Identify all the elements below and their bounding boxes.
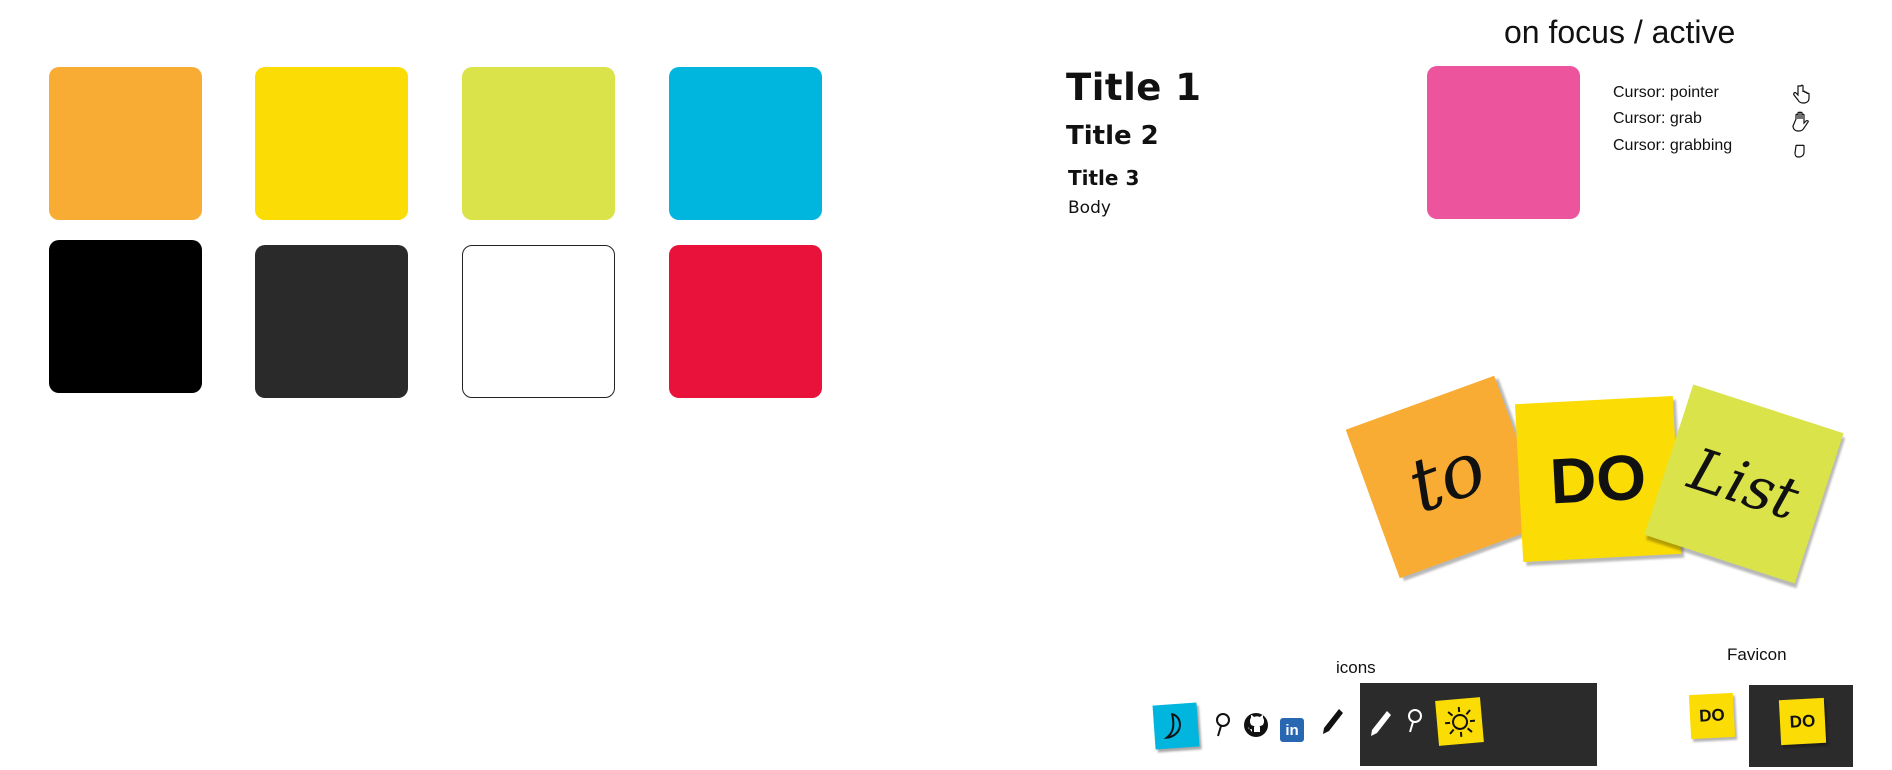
moon-icon[interactable]: [1152, 702, 1200, 750]
linkedin-icon[interactable]: in: [1280, 718, 1304, 742]
swatch-yellow: [255, 67, 408, 220]
logo-word-to: to: [1397, 423, 1497, 531]
pencil-icon[interactable]: [1366, 708, 1396, 740]
cursor-pointer-label: Cursor: pointer: [1613, 84, 1719, 101]
cursor-grabbing-label: Cursor: grabbing: [1613, 137, 1733, 154]
title-1-sample: Title 1: [1066, 66, 1202, 109]
sun-icon[interactable]: [1435, 697, 1484, 746]
swatch-lime: [462, 67, 615, 220]
swatch-white: [462, 245, 615, 398]
github-icon[interactable]: [1242, 711, 1270, 739]
swatch-orange: [49, 67, 202, 220]
search-icon[interactable]: [1404, 708, 1426, 734]
swatch-pink-focus: [1427, 66, 1580, 219]
closed-hand-icon: [1791, 138, 1811, 158]
pointer-hand-icon: [1791, 84, 1811, 104]
icons-label: icons: [1336, 658, 1376, 677]
title-3-sample: Title 3: [1068, 166, 1140, 190]
swatch-charcoal: [255, 245, 408, 398]
body-sample: Body: [1068, 198, 1111, 218]
open-hand-icon: [1791, 110, 1813, 132]
pencil-icon[interactable]: [1318, 706, 1348, 738]
cursor-grab-label: Cursor: grab: [1613, 110, 1702, 127]
logo-word-do: DO: [1548, 440, 1648, 518]
swatch-red: [669, 245, 822, 398]
title-2-sample: Title 2: [1066, 121, 1159, 151]
favicon-light-text: DO: [1698, 705, 1726, 726]
swatch-cyan: [669, 67, 822, 220]
favicon-label: Favicon: [1727, 645, 1787, 664]
favicon-dark: DO: [1778, 697, 1827, 746]
logo-word-list: List: [1681, 434, 1807, 534]
focus-heading: on focus / active: [1504, 14, 1736, 50]
favicon-light: DO: [1688, 692, 1736, 740]
search-icon[interactable]: [1212, 712, 1234, 738]
favicon-dark-text: DO: [1789, 710, 1816, 732]
swatch-black: [49, 240, 202, 393]
